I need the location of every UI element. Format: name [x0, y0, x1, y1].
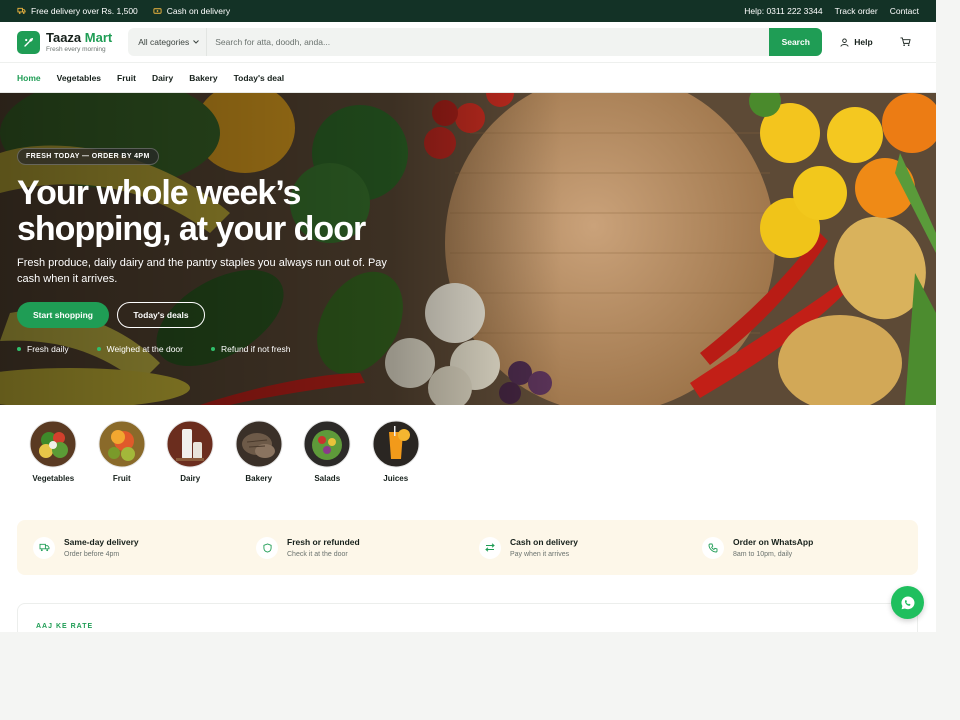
phone-icon [708, 543, 718, 552]
whatsapp-chat-button[interactable] [891, 586, 924, 619]
benefit-label: Refund if not fresh [220, 344, 291, 354]
category-juices[interactable]: Juices [362, 420, 431, 483]
benefit-item: Weighed at the door [96, 344, 197, 354]
announcement-bar: Free delivery over Rs. 1,500 Cash on del… [0, 0, 936, 22]
feature-title: Same-day delivery [64, 537, 139, 547]
hero-badge: FRESH TODAY — ORDER BY 4PM [17, 148, 159, 165]
cod-text: Cash on delivery [166, 6, 231, 16]
feature-fresh-or-refunded: Fresh or refunded Check it at the door [240, 536, 463, 559]
nav-home[interactable]: Home [17, 73, 41, 83]
help-phone-link[interactable]: Help: 0311 222 3344 [744, 6, 822, 16]
user-icon [840, 37, 849, 47]
feature-order-on-whatsapp: Order on WhatsApp 8am to 10pm, daily [686, 536, 909, 559]
free-delivery-text: Free delivery over Rs. 1,500 [31, 6, 138, 16]
bakery-image [235, 420, 283, 468]
fruit-image [98, 420, 146, 468]
todays-rates-card: AAJ KE RATE [17, 603, 918, 632]
category-label: Juices [383, 474, 409, 483]
category-bakery[interactable]: Bakery [225, 420, 294, 483]
category-salads[interactable]: Salads [293, 420, 362, 483]
category-select-value: All categories [138, 37, 190, 47]
search-button[interactable]: Search [769, 28, 823, 56]
nav-todays-deal[interactable]: Today's deal [234, 73, 285, 83]
hero-benefits: Fresh daily Weighed at the door Refund i… [17, 344, 397, 354]
category-label: Salads [314, 474, 341, 483]
whatsapp-icon [901, 596, 914, 609]
search-button-label: Search [781, 37, 810, 47]
hero-title: Your whole week’s shopping, at your door [17, 175, 397, 247]
feature-subtitle: 8am to 10pm, daily [733, 551, 793, 558]
nav-dairy[interactable]: Dairy [152, 73, 173, 83]
nav-bakery[interactable]: Bakery [189, 73, 217, 83]
feature-subtitle: Order before 4pm [64, 551, 120, 558]
juices-image [372, 420, 420, 468]
feature-title: Order on WhatsApp [733, 537, 814, 547]
hero-subtitle: Fresh produce, daily dairy and the pantr… [17, 257, 387, 285]
rates-kicker: AAJ KE RATE [36, 623, 94, 630]
search-bar: All categories Search [128, 28, 823, 56]
dot-icon [210, 347, 215, 351]
feature-subtitle: Check it at the door [287, 551, 348, 558]
todays-deals-button[interactable]: Today's deals [117, 302, 205, 328]
logo-mark[interactable] [17, 30, 40, 54]
dot-icon [96, 347, 101, 351]
help-button[interactable]: Help [840, 37, 873, 47]
feature-subtitle: Pay when it arrives [510, 551, 570, 558]
dot-icon [17, 347, 21, 351]
vegetables-image [29, 420, 77, 468]
start-shopping-label: Start shopping [33, 310, 93, 320]
start-shopping-button[interactable]: Start shopping [17, 302, 109, 328]
brand-name: Taaza [46, 29, 82, 45]
feature-same-day-delivery: Same-day delivery Order before 4pm [17, 536, 240, 559]
track-order-link[interactable]: Track order [835, 6, 878, 16]
hero-title-line-1: Your whole week’s [17, 174, 301, 212]
chevron-down-icon [193, 40, 200, 44]
feature-cash-on-delivery: Cash on delivery Pay when it arrives [463, 536, 686, 559]
brand-tagline: Fresh every morning [46, 45, 106, 53]
page: Free delivery over Rs. 1,500 Cash on del… [0, 0, 936, 632]
logo[interactable]: Taaza Mart Fresh every morning [46, 29, 113, 54]
truck-icon [39, 543, 49, 552]
site-header: Taaza Mart Fresh every morning All categ… [0, 22, 936, 62]
category-label: Bakery [245, 474, 273, 483]
free-delivery-note: Free delivery over Rs. 1,500 [17, 6, 138, 16]
hero-content: FRESH TODAY — ORDER BY 4PM Your whole we… [17, 145, 397, 354]
category-label: Vegetables [32, 474, 75, 483]
main-nav: Home Vegetables Fruit Dairy Bakery Today… [0, 62, 936, 93]
category-strip: Vegetables Fruit Dairy Bakery Salads Jui… [0, 405, 936, 483]
nav-vegetables[interactable]: Vegetables [57, 73, 101, 83]
benefit-label: Fresh daily [27, 344, 69, 354]
feature-title: Cash on delivery [510, 537, 579, 547]
help-label: Help [854, 37, 873, 47]
benefit-item: Fresh daily [17, 344, 83, 354]
category-dairy[interactable]: Dairy [156, 420, 225, 483]
category-vegetables[interactable]: Vegetables [19, 420, 88, 483]
contact-link[interactable]: Contact [890, 6, 919, 16]
search-input[interactable] [207, 28, 770, 56]
shield-icon [262, 542, 272, 553]
brand-name-accent: Mart [84, 29, 113, 45]
hero-banner: FRESH TODAY — ORDER BY 4PM Your whole we… [0, 93, 936, 405]
leaf-icon [23, 38, 33, 47]
cod-note: Cash on delivery [153, 6, 230, 16]
salads-image [303, 420, 351, 468]
benefit-item: Refund if not fresh [210, 344, 304, 354]
dairy-image [166, 420, 214, 468]
cash-icon [153, 8, 162, 14]
nav-fruit[interactable]: Fruit [117, 73, 136, 83]
benefit-label: Weighed at the door [106, 344, 183, 354]
category-fruit[interactable]: Fruit [88, 420, 157, 483]
swap-icon [485, 543, 495, 552]
service-features: Same-day delivery Order before 4pm Fresh … [17, 520, 918, 575]
feature-title: Fresh or refunded [287, 537, 360, 547]
cart-button[interactable] [900, 37, 911, 47]
hero-title-line-2: shopping, at your door [17, 210, 366, 248]
category-label: Fruit [112, 474, 131, 483]
todays-deals-label: Today's deals [133, 310, 189, 320]
cart-icon [900, 37, 911, 46]
truck-icon [17, 7, 26, 14]
category-select[interactable]: All categories [128, 28, 208, 56]
category-label: Dairy [180, 474, 201, 483]
